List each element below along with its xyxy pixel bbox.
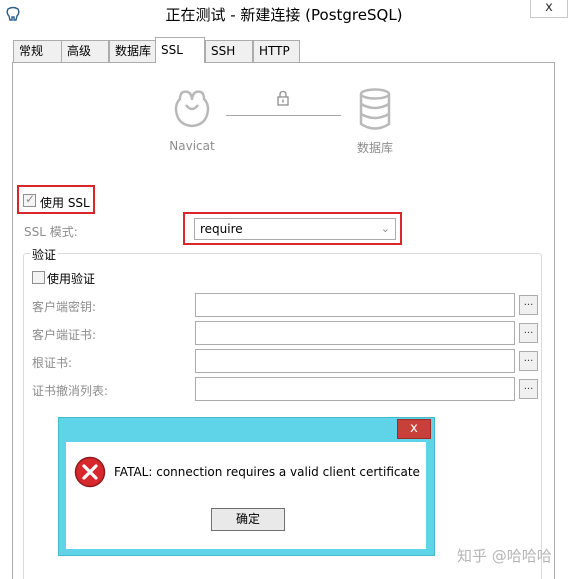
tab-http[interactable]: HTTP	[253, 40, 300, 62]
dialog-body: FATAL: connection requires a valid clien…	[66, 442, 426, 549]
ssl-mode-value: require	[200, 222, 243, 236]
client-cert-input[interactable]	[195, 321, 515, 345]
tab-advanced[interactable]: 高级	[61, 40, 109, 62]
client-cert-label: 客户端证书:	[32, 328, 97, 342]
tab-general[interactable]: 常规	[13, 40, 62, 62]
navicat-logo-icon	[174, 90, 210, 128]
crl-browse-button[interactable]: ...	[519, 379, 538, 399]
title-bar: 正在测试 - 新建连接 (PostgreSQL) x	[0, 0, 568, 30]
client-key-input[interactable]	[195, 293, 515, 317]
client-cert-browse-button[interactable]: ...	[519, 323, 538, 343]
root-cert-browse-button[interactable]: ...	[519, 351, 538, 371]
auth-group-title: 验证	[30, 246, 59, 263]
use-ssl-label: 使用 SSL	[40, 196, 90, 210]
error-dialog: x FATAL: connection requires a valid cli…	[58, 417, 435, 556]
root-cert-label: 根证书:	[32, 356, 73, 370]
window-title: 正在测试 - 新建连接 (PostgreSQL)	[165, 6, 403, 24]
ssl-mode-label: SSL 模式:	[24, 225, 78, 239]
use-auth-checkbox[interactable]	[32, 271, 45, 284]
ssl-mode-select[interactable]: require ⌄	[194, 218, 396, 240]
connection-line	[226, 115, 341, 116]
chevron-down-icon: ⌄	[380, 222, 390, 235]
lock-icon	[277, 90, 289, 106]
tab-ssh[interactable]: SSH	[205, 40, 253, 62]
error-message: FATAL: connection requires a valid clien…	[114, 465, 420, 479]
crl-label: 证书撤消列表:	[32, 384, 109, 398]
use-ssl-checkbox[interactable]: ✓	[23, 192, 36, 207]
tab-ssl[interactable]: SSL	[155, 37, 205, 63]
client-label: Navicat	[169, 139, 215, 153]
watermark: 知乎 @哈哈哈	[457, 547, 552, 565]
server-label: 数据库	[356, 141, 393, 155]
ok-button[interactable]: 确定	[211, 508, 285, 531]
crl-input[interactable]	[195, 377, 515, 401]
tab-database[interactable]: 数据库	[109, 40, 157, 62]
client-key-label: 客户端密钥:	[32, 300, 97, 314]
root-cert-input[interactable]	[195, 349, 515, 373]
client-key-browse-button[interactable]: ...	[519, 295, 538, 315]
checkmark-icon: ✓	[25, 192, 36, 206]
dialog-close-button[interactable]: x	[397, 419, 431, 439]
window-close-button[interactable]: x	[530, 0, 568, 18]
use-auth-label: 使用验证	[47, 272, 96, 286]
database-icon	[359, 88, 391, 130]
error-icon	[74, 456, 106, 488]
